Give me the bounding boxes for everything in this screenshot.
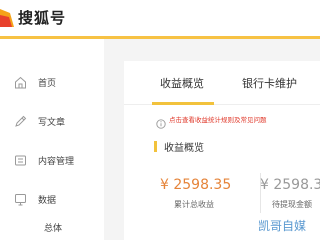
- sidebar-item-label: 内容管理: [38, 157, 75, 167]
- notice-link[interactable]: 点击查看收益统计规则及常见问题: [169, 114, 267, 124]
- sidebar-item-label: 首页: [38, 79, 57, 89]
- stat-value: ¥ 2598.35: [160, 177, 232, 193]
- sidebar-item-label: 数据: [38, 196, 57, 206]
- stat-pending-withdrawal: ¥ 2598.3 待提现金额: [260, 177, 320, 209]
- stat-label: 待提现金额: [272, 200, 312, 209]
- sidebar-item-content[interactable]: 内容管理: [0, 147, 104, 175]
- top-header: 搜狐号: [0, 0, 320, 36]
- sidebar-item-label: 写文章: [38, 118, 66, 128]
- sidebar-subitem-overall[interactable]: 总体: [44, 221, 62, 234]
- sidebar-item-write[interactable]: 写文章: [0, 108, 104, 136]
- pencil-icon: [14, 115, 27, 128]
- tab-earnings-overview[interactable]: 收益概览: [160, 75, 204, 91]
- watermark-text: 凯哥自媒: [258, 219, 307, 233]
- section-title: 收益概览: [164, 143, 204, 154]
- sidebar-item-home[interactable]: 首页: [0, 69, 104, 97]
- sidebar: 首页 写文章 内容管理 数据 总体: [0, 39, 104, 240]
- sohu-fox-logo-icon[interactable]: [0, 9, 14, 27]
- section-accent-bar: [154, 141, 157, 152]
- main-panel: 收益概览 银行卡维护 点击查看收益统计规则及常见问题 收益概览 ¥ 2598.3…: [124, 61, 320, 240]
- content-icon: [14, 154, 27, 167]
- stat-value: ¥ 2598.3: [260, 177, 320, 193]
- active-tab-indicator: [152, 102, 214, 105]
- stat-label: 累计总收益: [174, 200, 214, 209]
- info-circle-icon: [156, 114, 166, 129]
- tab-bank-card[interactable]: 银行卡维护: [242, 75, 297, 91]
- home-icon: [14, 76, 27, 89]
- data-icon: [14, 193, 27, 206]
- tab-bar: 收益概览 银行卡维护: [124, 61, 320, 105]
- brand-title[interactable]: 搜狐号: [18, 7, 66, 28]
- stat-total-earnings: ¥ 2598.35 累计总收益: [160, 177, 232, 209]
- sidebar-item-data[interactable]: 数据: [0, 186, 104, 214]
